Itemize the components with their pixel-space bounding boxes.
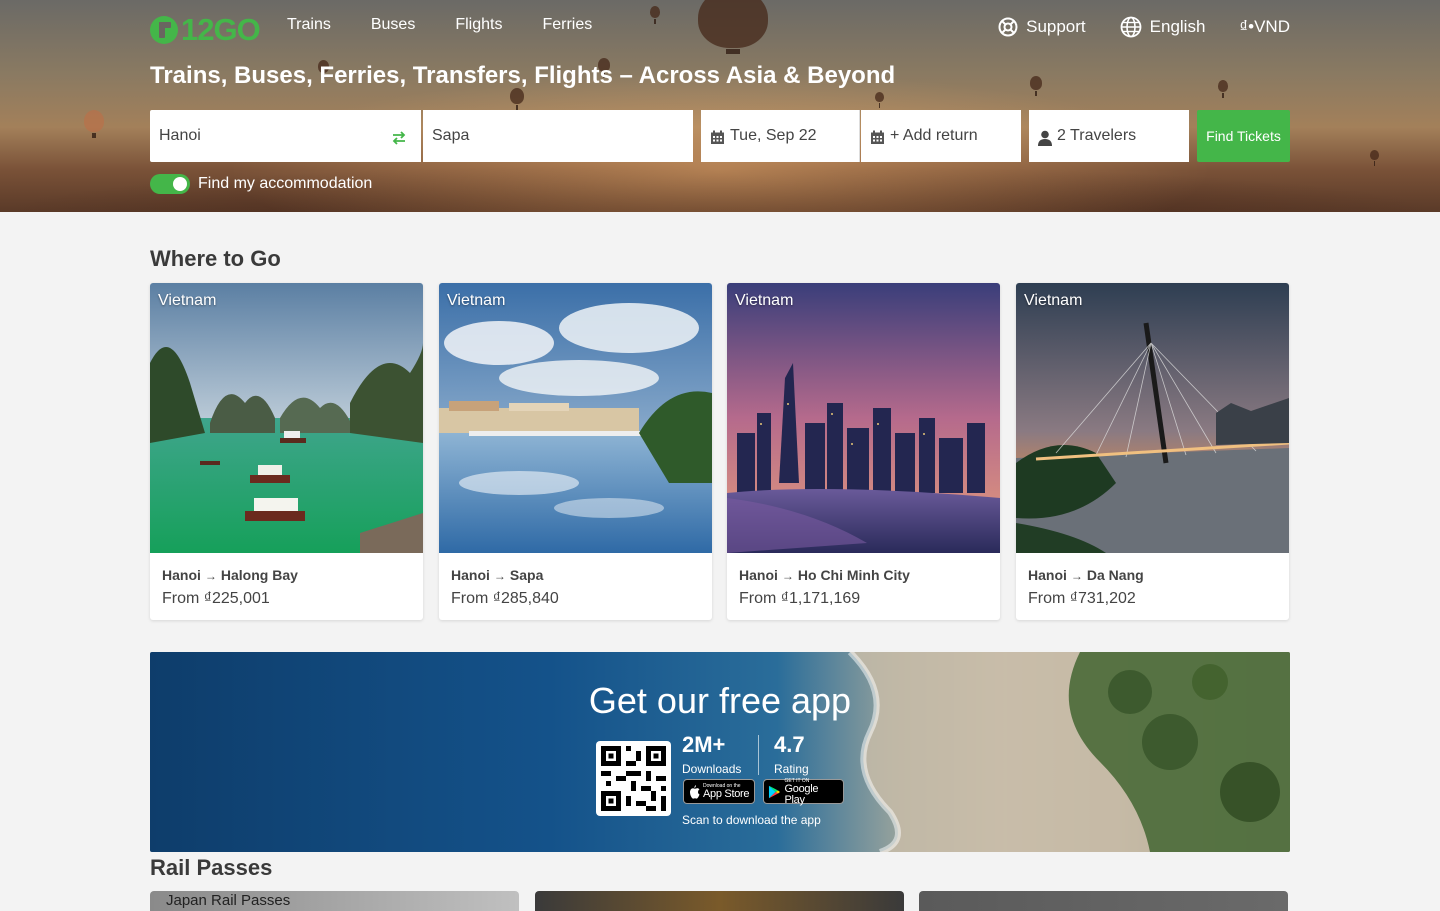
destination-card[interactable]: Vietnam Hanoi → Da Nang From ₫731,202: [1016, 283, 1289, 620]
balloon-image: [1218, 80, 1228, 98]
route-to: Ho Chi Minh City: [797, 567, 910, 583]
rail-pass-card[interactable]: [919, 891, 1288, 911]
route-from: Hanoi: [1028, 567, 1067, 583]
balloon-image: [1030, 76, 1042, 96]
top-navbar: 12GO Trains Buses Flights Ferries Suppor…: [150, 0, 1290, 52]
nav-buses[interactable]: Buses: [371, 16, 415, 34]
date-field[interactable]: Tue, Sep 22: [701, 110, 860, 162]
language-label: English: [1149, 17, 1206, 36]
currency-label: ₫•VND: [1239, 17, 1290, 36]
route-to: Da Nang: [1086, 567, 1144, 583]
destination-cards: Vietnam Hanoi→Halong Bay From ₫225,001: [150, 283, 1290, 620]
card-price: From ₫225,001: [162, 590, 270, 607]
route-from: Hanoi: [162, 567, 201, 583]
nav-trains[interactable]: Trains: [287, 16, 331, 34]
google-play-large: Google Play: [784, 782, 819, 806]
balloon-image: [84, 110, 104, 138]
accommodation-label: Find my accommodation: [198, 175, 373, 192]
card-price: From ₫285,840: [451, 590, 559, 607]
destination-image: Vietnam: [727, 283, 1000, 553]
support-label: Support: [1026, 17, 1086, 36]
google-play-button[interactable]: GET IT ON Google Play: [763, 778, 844, 806]
rating-stat: 4.7 Rating: [774, 732, 809, 776]
app-store-button[interactable]: Download on the App Store: [683, 779, 755, 804]
destination-card[interactable]: Vietnam Hanoi → Sapa From ₫285,840: [439, 283, 712, 620]
card-country: Vietnam: [735, 292, 794, 309]
card-price: From ₫1,171,169: [739, 590, 861, 607]
travelers-field[interactable]: 2 Travelers: [1029, 110, 1189, 162]
route-arrow: →: [781, 569, 794, 583]
calendar-icon: [711, 130, 724, 144]
globe-icon: [1120, 16, 1142, 38]
apple-icon: [689, 784, 700, 799]
to-value: Sapa: [432, 127, 470, 144]
date-value: Tue, Sep 22: [730, 127, 817, 144]
card-country: Vietnam: [447, 292, 506, 309]
route-from: Hanoi: [739, 567, 778, 583]
route-to: Halong Bay: [220, 567, 298, 583]
main-nav: Trains Buses Flights Ferries: [287, 16, 632, 34]
stat-divider: [758, 735, 759, 775]
card-route: Hanoi → Sapa: [451, 567, 543, 583]
calendar-icon: [871, 130, 884, 144]
travelers-value: 2 Travelers: [1057, 127, 1137, 144]
return-value: + Add return: [890, 127, 978, 144]
card-route: Hanoi → Halong Bay: [162, 567, 298, 583]
where-to-go-title: Where to Go: [150, 246, 281, 271]
swap-icon[interactable]: [391, 130, 407, 146]
logo-icon: [150, 16, 178, 44]
language-selector[interactable]: English: [1120, 16, 1206, 38]
from-value: Hanoi: [159, 127, 201, 144]
person-icon: [1038, 130, 1052, 146]
rail-pass-card[interactable]: [535, 891, 904, 911]
support-link[interactable]: Support: [998, 17, 1086, 37]
hero-headline: Trains, Buses, Ferries, Transfers, Fligh…: [150, 62, 896, 89]
to-field[interactable]: Sapa: [423, 110, 693, 162]
route-arrow: →: [493, 569, 506, 583]
nav-ferries[interactable]: Ferries: [542, 16, 592, 34]
card-price: From ₫731,202: [1028, 590, 1136, 607]
return-date-field[interactable]: + Add return: [861, 110, 1021, 162]
find-tickets-button[interactable]: Find Tickets: [1197, 110, 1290, 162]
card-route: Hanoi → Ho Chi Minh City: [739, 567, 910, 583]
app-store-large: App Store: [703, 788, 750, 800]
downloads-value: 2M+: [682, 732, 726, 757]
downloads-label: Downloads: [682, 762, 742, 776]
app-banner-title: Get our free app: [588, 680, 852, 721]
brand-logo[interactable]: 12GO: [150, 12, 261, 48]
scan-text: Scan to download the app: [682, 813, 821, 827]
header-actions: Support English ₫•VND: [964, 16, 1290, 38]
rating-label: Rating: [774, 762, 809, 776]
destination-image: Vietnam: [150, 283, 423, 553]
qr-code: [596, 741, 671, 816]
rail-pass-label: Japan Rail Passes: [166, 892, 291, 909]
app-download-banner: Get our free app 2M+ Downloads 4.7 Ratin…: [150, 652, 1290, 852]
currency-selector[interactable]: ₫•VND: [1239, 17, 1290, 37]
logo-text: 12GO: [181, 12, 261, 47]
route-arrow: →: [204, 569, 217, 583]
downloads-stat: 2M+ Downloads: [682, 732, 741, 776]
balloon-image: [1370, 150, 1379, 166]
rail-pass-card[interactable]: Japan Rail Passes: [150, 891, 519, 911]
card-country: Vietnam: [158, 292, 217, 309]
card-route: Hanoi → Da Nang: [1028, 567, 1144, 583]
nav-flights[interactable]: Flights: [455, 16, 502, 34]
route-from: Hanoi: [451, 567, 490, 583]
accommodation-toggle-row: Find my accommodation: [150, 174, 372, 194]
route-arrow: →: [1070, 569, 1083, 583]
accommodation-toggle[interactable]: [150, 174, 190, 194]
balloon-image: [875, 92, 884, 108]
from-field[interactable]: Hanoi: [150, 110, 421, 162]
google-play-icon: [768, 785, 781, 798]
destination-image: Vietnam: [1016, 283, 1289, 553]
destination-card[interactable]: Vietnam Hanoi → Halong Bay From ₫225,001: [150, 283, 423, 620]
lifebuoy-icon: [998, 17, 1018, 37]
rating-value: 4.7: [774, 732, 805, 757]
route-to: Sapa: [509, 567, 544, 583]
balloon-image: [510, 88, 524, 110]
card-country: Vietnam: [1024, 292, 1083, 309]
rail-passes-title: Rail Passes: [150, 855, 273, 880]
destination-image: Vietnam: [439, 283, 712, 553]
destination-card[interactable]: Vietnam Hanoi → Ho Chi Minh City From ₫1,1…: [727, 283, 1000, 620]
